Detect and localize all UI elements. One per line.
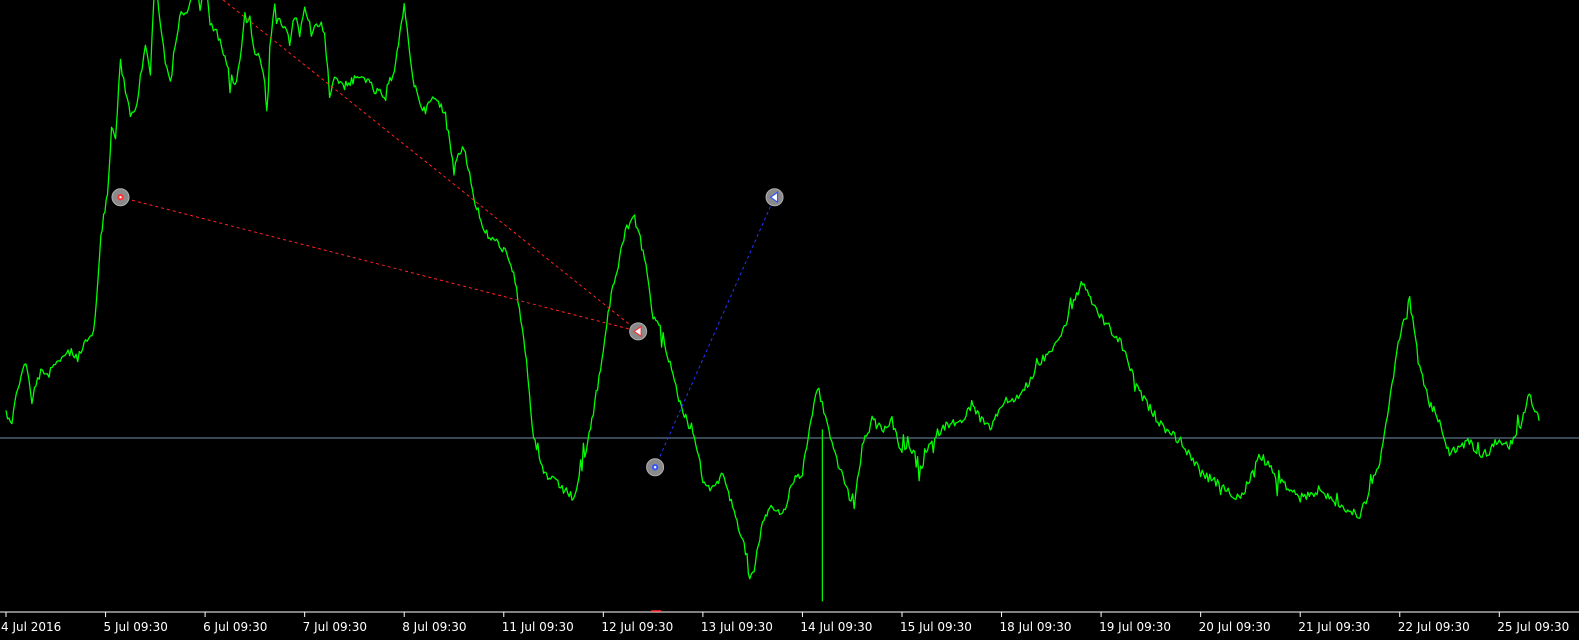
- trade-marker-sell-open: [111, 188, 130, 207]
- x-tick-label: 18 Jul 09:30: [1000, 620, 1072, 634]
- x-tick-label: 22 Jul 09:30: [1398, 620, 1470, 634]
- trade-open-dot-center: [119, 196, 122, 199]
- x-tick-label: 21 Jul 09:30: [1298, 620, 1370, 634]
- x-tick-label: 11 Jul 09:30: [502, 620, 574, 634]
- x-tick-label: 6 Jul 09:30: [203, 620, 267, 634]
- x-tick-label: 19 Jul 09:30: [1099, 620, 1171, 634]
- x-tick-label: 14 Jul 09:30: [800, 620, 872, 634]
- x-tick-label: 15 Jul 09:30: [900, 620, 972, 634]
- chart-root: 4 Jul 2016 5 Jul 09:30 6 Jul 09:30 7 Jul 09…: [0, 0, 1579, 640]
- x-tick-label: 25 Jul 09:30: [1497, 620, 1569, 634]
- trade-marker-sell-close: [629, 322, 648, 341]
- x-tick-label: 7 Jul 09:30: [303, 620, 367, 634]
- price-chart: 4 Jul 2016 5 Jul 09:30 6 Jul 09:30 7 Jul 09…: [0, 0, 1579, 640]
- trade-marker-buy-open: [646, 458, 665, 477]
- chart-background: [0, 0, 1579, 640]
- trade-marker-buy-close: [765, 188, 784, 207]
- x-tick-label: 13 Jul 09:30: [701, 620, 773, 634]
- x-tick-label: 5 Jul 09:30: [104, 620, 168, 634]
- trade-open-dot-center: [653, 466, 657, 469]
- x-tick-label: 20 Jul 09:30: [1199, 620, 1271, 634]
- x-tick-label: 12 Jul 09:30: [601, 620, 673, 634]
- x-tick-label: 8 Jul 09:30: [402, 620, 466, 634]
- x-tick-label: 4 Jul 2016: [1, 620, 61, 634]
